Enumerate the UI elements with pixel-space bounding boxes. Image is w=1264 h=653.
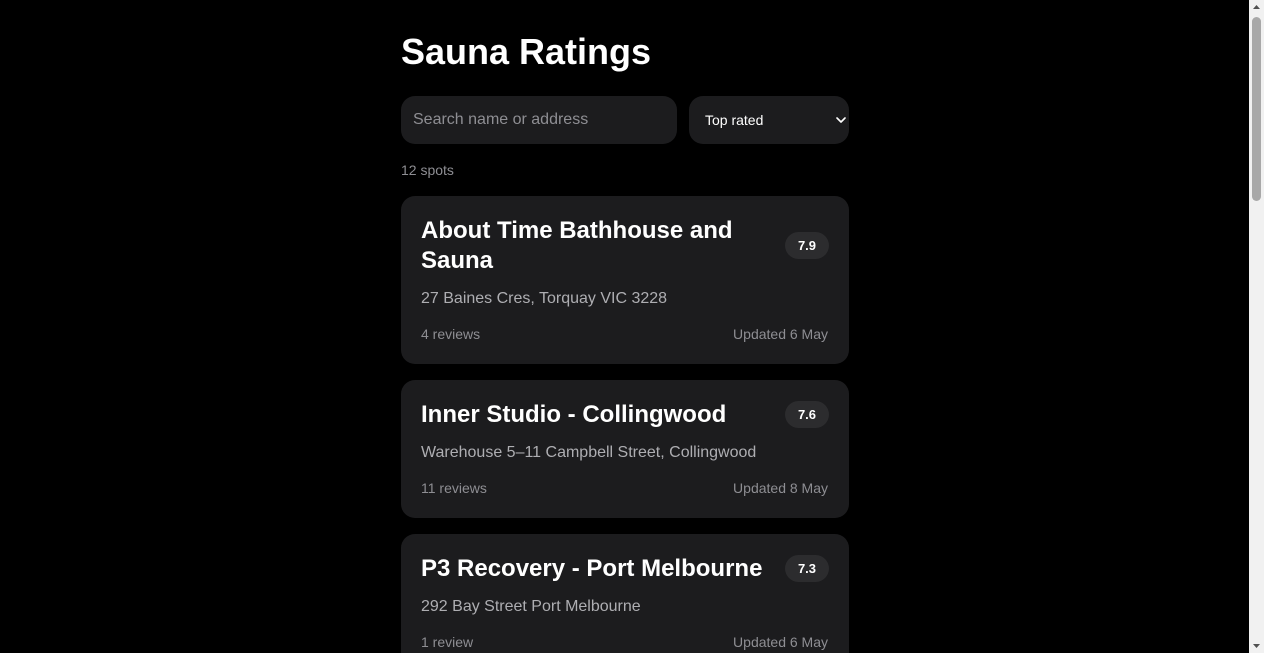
sort-select-value: Top rated xyxy=(705,112,764,128)
updated-date: Updated 6 May xyxy=(733,326,828,342)
spot-address: Warehouse 5–11 Campbell Street, Collingw… xyxy=(421,444,757,461)
scrollbar[interactable] xyxy=(1249,0,1264,653)
review-count: 11 reviews xyxy=(421,480,487,496)
chevron-down-icon xyxy=(836,117,846,123)
spot-card[interactable]: About Time Bathhouse and Sauna 7.9 27 Ba… xyxy=(401,196,849,364)
spot-count: 12 spots xyxy=(401,162,454,178)
spot-name: Inner Studio - Collingwood xyxy=(421,401,727,428)
spot-address: 27 Baines Cres, Torquay VIC 3228 xyxy=(421,290,668,307)
spot-name: About Time Bathhouse and Sauna xyxy=(421,217,733,274)
spot-card[interactable]: P3 Recovery - Port Melbourne 7.3 292 Bay… xyxy=(401,534,849,653)
updated-date: Updated 6 May xyxy=(733,634,828,650)
spot-name: P3 Recovery - Port Melbourne xyxy=(421,555,763,582)
controls-bar: Top rated xyxy=(401,96,849,144)
spot-card[interactable]: Inner Studio - Collingwood 7.6 Warehouse… xyxy=(401,380,849,518)
scroll-thumb[interactable] xyxy=(1252,17,1261,201)
score-badge: 7.6 xyxy=(785,401,829,428)
search-input[interactable] xyxy=(401,96,677,144)
viewport: Sauna Ratings Top rated 12 spots About T… xyxy=(0,0,1249,653)
score-badge: 7.3 xyxy=(785,555,829,582)
spot-address: 292 Bay Street Port Melbourne xyxy=(421,598,641,615)
score-badge: 7.9 xyxy=(785,232,829,259)
review-count: 1 review xyxy=(421,634,474,650)
review-count: 4 reviews xyxy=(421,326,481,342)
updated-date: Updated 8 May xyxy=(733,480,828,496)
page-title: Sauna Ratings xyxy=(401,31,652,72)
scroll-down-arrow-icon[interactable] xyxy=(1249,638,1264,653)
scroll-up-arrow-icon[interactable] xyxy=(1249,0,1264,15)
sort-select[interactable]: Top rated xyxy=(689,96,849,144)
